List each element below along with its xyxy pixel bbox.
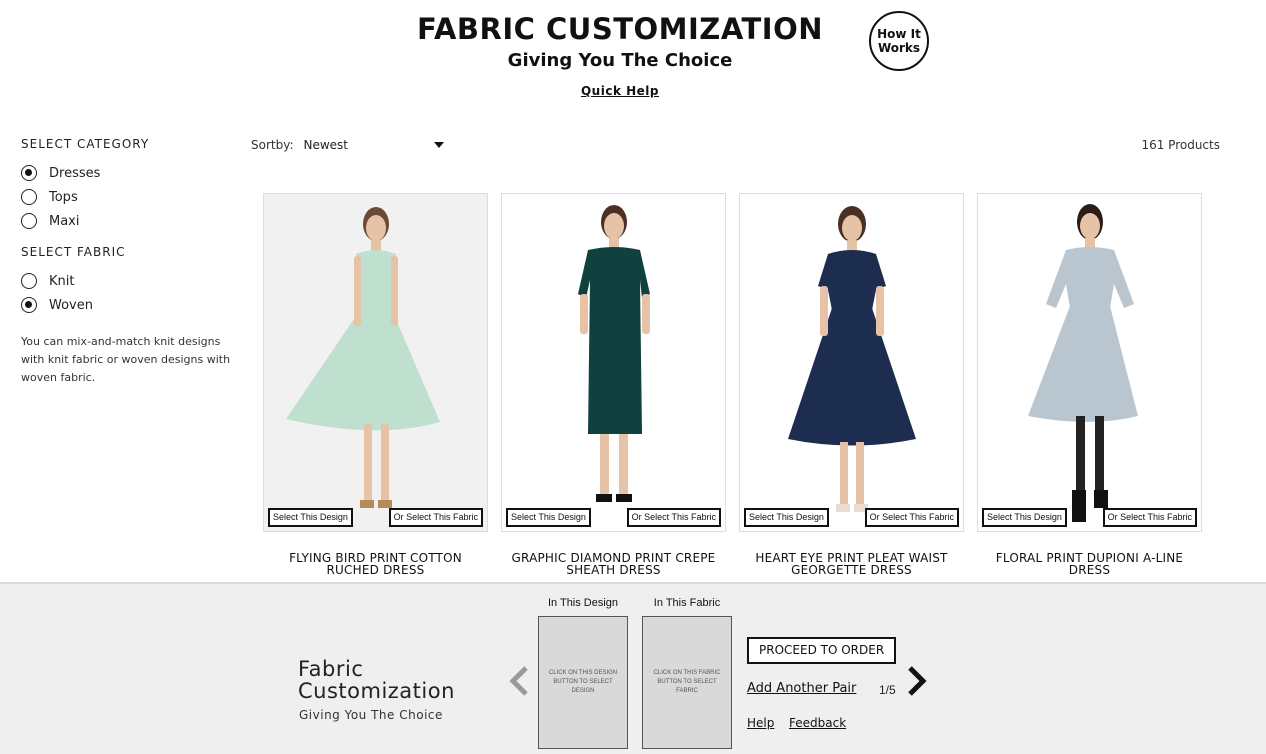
sort-label: Sortby: xyxy=(251,138,294,152)
product-name-line2: GEORGETTE DRESS xyxy=(791,563,912,577)
category-label: Dresses xyxy=(49,165,101,181)
category-option-dresses[interactable]: Dresses xyxy=(21,161,246,185)
select-design-button[interactable]: Select This Design xyxy=(268,508,353,527)
fabric-option-knit[interactable]: Knit xyxy=(21,269,246,293)
bottom-title-line2: Customization xyxy=(298,679,455,703)
quick-help-link[interactable]: Quick Help xyxy=(581,84,659,98)
previous-chevron-icon[interactable] xyxy=(506,664,532,703)
product-name[interactable]: FLORAL PRINT DUPIONI A-LINE DRESS xyxy=(977,552,1202,576)
fabric-slot-label: In This Fabric xyxy=(653,597,721,609)
feedback-link[interactable]: Feedback xyxy=(789,716,846,730)
select-design-button[interactable]: Select This Design xyxy=(744,508,829,527)
how-it-works-line2: Works xyxy=(877,41,921,55)
category-heading: SELECT CATEGORY xyxy=(21,137,150,151)
how-it-works-line1: How It xyxy=(877,27,921,41)
product-card: Select This Design Or Select This Fabric… xyxy=(977,193,1202,576)
how-it-works-button[interactable]: How It Works xyxy=(869,11,929,71)
bottom-subtitle: Giving You The Choice xyxy=(299,708,443,722)
product-name[interactable]: GRAPHIC DIAMOND PRINT CREPE SHEATH DRESS xyxy=(501,552,726,576)
category-option-maxi[interactable]: Maxi xyxy=(21,209,246,233)
page-header: FABRIC CUSTOMIZATION Giving You The Choi… xyxy=(0,0,1266,110)
product-card: Select This Design Or Select This Fabric… xyxy=(263,193,488,576)
radio-button[interactable] xyxy=(21,189,37,205)
radio-button-checked[interactable] xyxy=(21,297,37,313)
quick-help-container: Quick Help xyxy=(0,84,1240,98)
mix-match-note: You can mix-and-match knit designs with … xyxy=(21,335,231,384)
filter-sidebar: SELECT CATEGORY Dresses Tops Maxi SELECT… xyxy=(21,137,246,387)
pair-page-indicator: 1/5 xyxy=(879,683,896,697)
model-figure xyxy=(286,207,440,508)
sort-bar: Sortby: Newest xyxy=(251,138,444,152)
sort-dropdown[interactable]: Newest xyxy=(304,138,444,152)
bottom-title: Fabric Customization xyxy=(298,658,455,702)
caret-down-icon xyxy=(433,142,444,148)
fabric-slot[interactable]: CLICK ON THIS FABRIC BUTTON TO SELECT FA… xyxy=(642,616,732,749)
category-option-tops[interactable]: Tops xyxy=(21,185,246,209)
product-name-line2: DRESS xyxy=(1068,563,1111,577)
selection-bottom-bar: Fabric Customization Giving You The Choi… xyxy=(0,582,1266,754)
fabric-heading: SELECT FABRIC xyxy=(21,245,126,259)
product-count: 161 Products xyxy=(1141,138,1220,152)
proceed-to-order-button[interactable]: PROCEED TO ORDER xyxy=(747,637,897,664)
fabric-option-woven[interactable]: Woven xyxy=(21,293,246,317)
select-fabric-button[interactable]: Or Select This Fabric xyxy=(626,508,721,527)
product-name[interactable]: FLYING BIRD PRINT COTTON RUCHED DRESS xyxy=(263,552,488,576)
model-figure xyxy=(788,206,916,512)
bottom-title-line1: Fabric xyxy=(298,657,364,681)
add-another-pair-link[interactable]: Add Another Pair xyxy=(747,681,856,696)
select-fabric-button[interactable]: Or Select This Fabric xyxy=(864,508,959,527)
product-image[interactable]: Select This Design Or Select This Fabric xyxy=(977,193,1202,532)
page-title: FABRIC CUSTOMIZATION xyxy=(416,12,824,46)
select-fabric-button[interactable]: Or Select This Fabric xyxy=(388,508,483,527)
model-figure xyxy=(1028,204,1138,522)
design-slot-label: In This Design xyxy=(547,597,619,609)
sort-value: Newest xyxy=(303,138,349,152)
product-image[interactable]: Select This Design Or Select This Fabric xyxy=(739,193,964,532)
product-card: Select This Design Or Select This Fabric… xyxy=(501,193,726,576)
category-label: Maxi xyxy=(49,213,80,229)
product-card: Select This Design Or Select This Fabric… xyxy=(739,193,964,576)
product-image[interactable]: Select This Design Or Select This Fabric xyxy=(263,193,488,532)
select-fabric-button[interactable]: Or Select This Fabric xyxy=(1102,508,1197,527)
select-design-button[interactable]: Select This Design xyxy=(982,508,1067,527)
fabric-label: Knit xyxy=(49,273,75,289)
radio-button[interactable] xyxy=(21,273,37,289)
product-name-line2: RUCHED DRESS xyxy=(326,563,425,577)
fabric-label: Woven xyxy=(49,297,93,313)
product-image[interactable]: Select This Design Or Select This Fabric xyxy=(501,193,726,532)
design-slot[interactable]: CLICK ON THIS DESIGN BUTTON TO SELECT DE… xyxy=(538,616,628,749)
product-name[interactable]: HEART EYE PRINT PLEAT WAIST GEORGETTE DR… xyxy=(739,552,964,576)
page-subtitle: Giving You The Choice xyxy=(507,50,733,71)
category-label: Tops xyxy=(49,189,78,205)
radio-button-checked[interactable] xyxy=(21,165,37,181)
product-name-line2: SHEATH DRESS xyxy=(566,563,661,577)
next-chevron-icon[interactable] xyxy=(904,664,930,703)
help-link[interactable]: Help xyxy=(747,716,774,730)
radio-button[interactable] xyxy=(21,213,37,229)
model-figure xyxy=(578,205,650,502)
select-design-button[interactable]: Select This Design xyxy=(506,508,591,527)
